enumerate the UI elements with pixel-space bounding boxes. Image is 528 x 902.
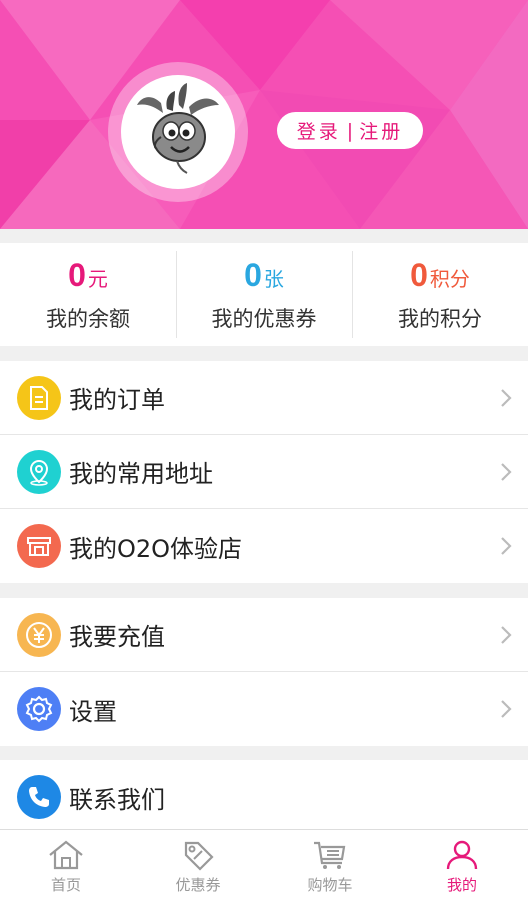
stat-balance[interactable]: 0 元 我的余额 <box>0 243 176 346</box>
chevron-right-icon <box>501 626 512 644</box>
coupons-unit: 张 <box>263 267 284 291</box>
gear-icon <box>17 687 61 731</box>
tab-home[interactable]: 首页 <box>0 830 132 902</box>
person-icon <box>446 840 478 870</box>
storefront-icon <box>17 524 61 568</box>
bottom-tab-bar: 首页 优惠券 购物车 我的 <box>0 829 528 902</box>
coupon-tag-icon <box>184 841 214 871</box>
login-link[interactable]: 登录 <box>297 117 341 144</box>
points-value: 0 <box>410 257 428 293</box>
tab-mine[interactable]: 我的 <box>396 830 528 902</box>
chevron-right-icon <box>501 537 512 555</box>
profile-header: 登录 | 注册 <box>0 0 528 229</box>
document-icon <box>17 375 61 420</box>
menu-item-addresses[interactable]: 我的常用地址 <box>0 435 528 509</box>
tab-label: 首页 <box>50 876 81 894</box>
balance-value: 0 <box>68 257 86 293</box>
menu-item-o2o-store[interactable]: 我的O2O体验店 <box>0 509 528 583</box>
coupons-label: 我的优惠券 <box>211 307 317 331</box>
menu-item-recharge[interactable]: 我要充值 <box>0 598 528 672</box>
tab-label: 购物车 <box>307 876 353 894</box>
stat-value: 0 张 <box>244 257 284 297</box>
tab-label: 优惠券 <box>175 876 221 894</box>
login-register-pill: 登录 | 注册 <box>277 112 423 149</box>
coupons-value: 0 <box>244 257 262 293</box>
points-unit: 积分 <box>429 267 470 291</box>
points-label: 我的积分 <box>398 307 482 331</box>
tab-cart[interactable]: 购物车 <box>264 830 396 902</box>
register-link[interactable]: 注册 <box>359 117 403 144</box>
menu-item-orders[interactable]: 我的订单 <box>0 361 528 435</box>
stat-value: 0 元 <box>68 257 108 297</box>
cart-icon <box>314 841 346 869</box>
chevron-right-icon <box>501 700 512 718</box>
menu-label: 我要充值 <box>69 623 165 651</box>
balance-unit: 元 <box>87 267 108 291</box>
radish-mascot-icon <box>137 83 219 174</box>
tab-label: 我的 <box>446 876 477 894</box>
tab-coupons[interactable]: 优惠券 <box>132 830 264 902</box>
menu-group-orders: 我的订单 我的常用地址 我的O2O体验店 <box>0 361 528 583</box>
yen-coin-icon <box>17 612 61 657</box>
stat-points[interactable]: 0 积分 我的积分 <box>352 243 528 346</box>
location-pin-icon <box>17 449 61 494</box>
chevron-right-icon <box>501 389 512 407</box>
menu-label: 我的O2O体验店 <box>69 534 243 563</box>
balance-label: 我的余额 <box>46 307 130 331</box>
menu-label: 联系我们 <box>69 785 165 814</box>
menu-label: 我的常用地址 <box>69 460 213 488</box>
home-icon <box>49 840 83 870</box>
menu-item-settings[interactable]: 设置 <box>0 672 528 746</box>
account-stats: 0 元 我的余额 0 张 我的优惠券 0 积分 我的积分 <box>0 243 528 346</box>
menu-group-contact: 联系我们 <box>0 760 528 834</box>
auth-separator: | <box>346 119 354 142</box>
menu-label: 我的订单 <box>69 386 165 414</box>
chevron-right-icon <box>501 463 512 481</box>
avatar[interactable] <box>121 75 235 189</box>
menu-group-account: 我要充值 设置 <box>0 598 528 746</box>
menu-label: 设置 <box>69 697 117 726</box>
phone-icon <box>17 775 61 819</box>
stat-coupons[interactable]: 0 张 我的优惠券 <box>176 243 352 346</box>
header-pattern <box>0 0 528 229</box>
stat-value: 0 积分 <box>410 257 470 297</box>
menu-item-contact[interactable]: 联系我们 <box>0 760 528 834</box>
